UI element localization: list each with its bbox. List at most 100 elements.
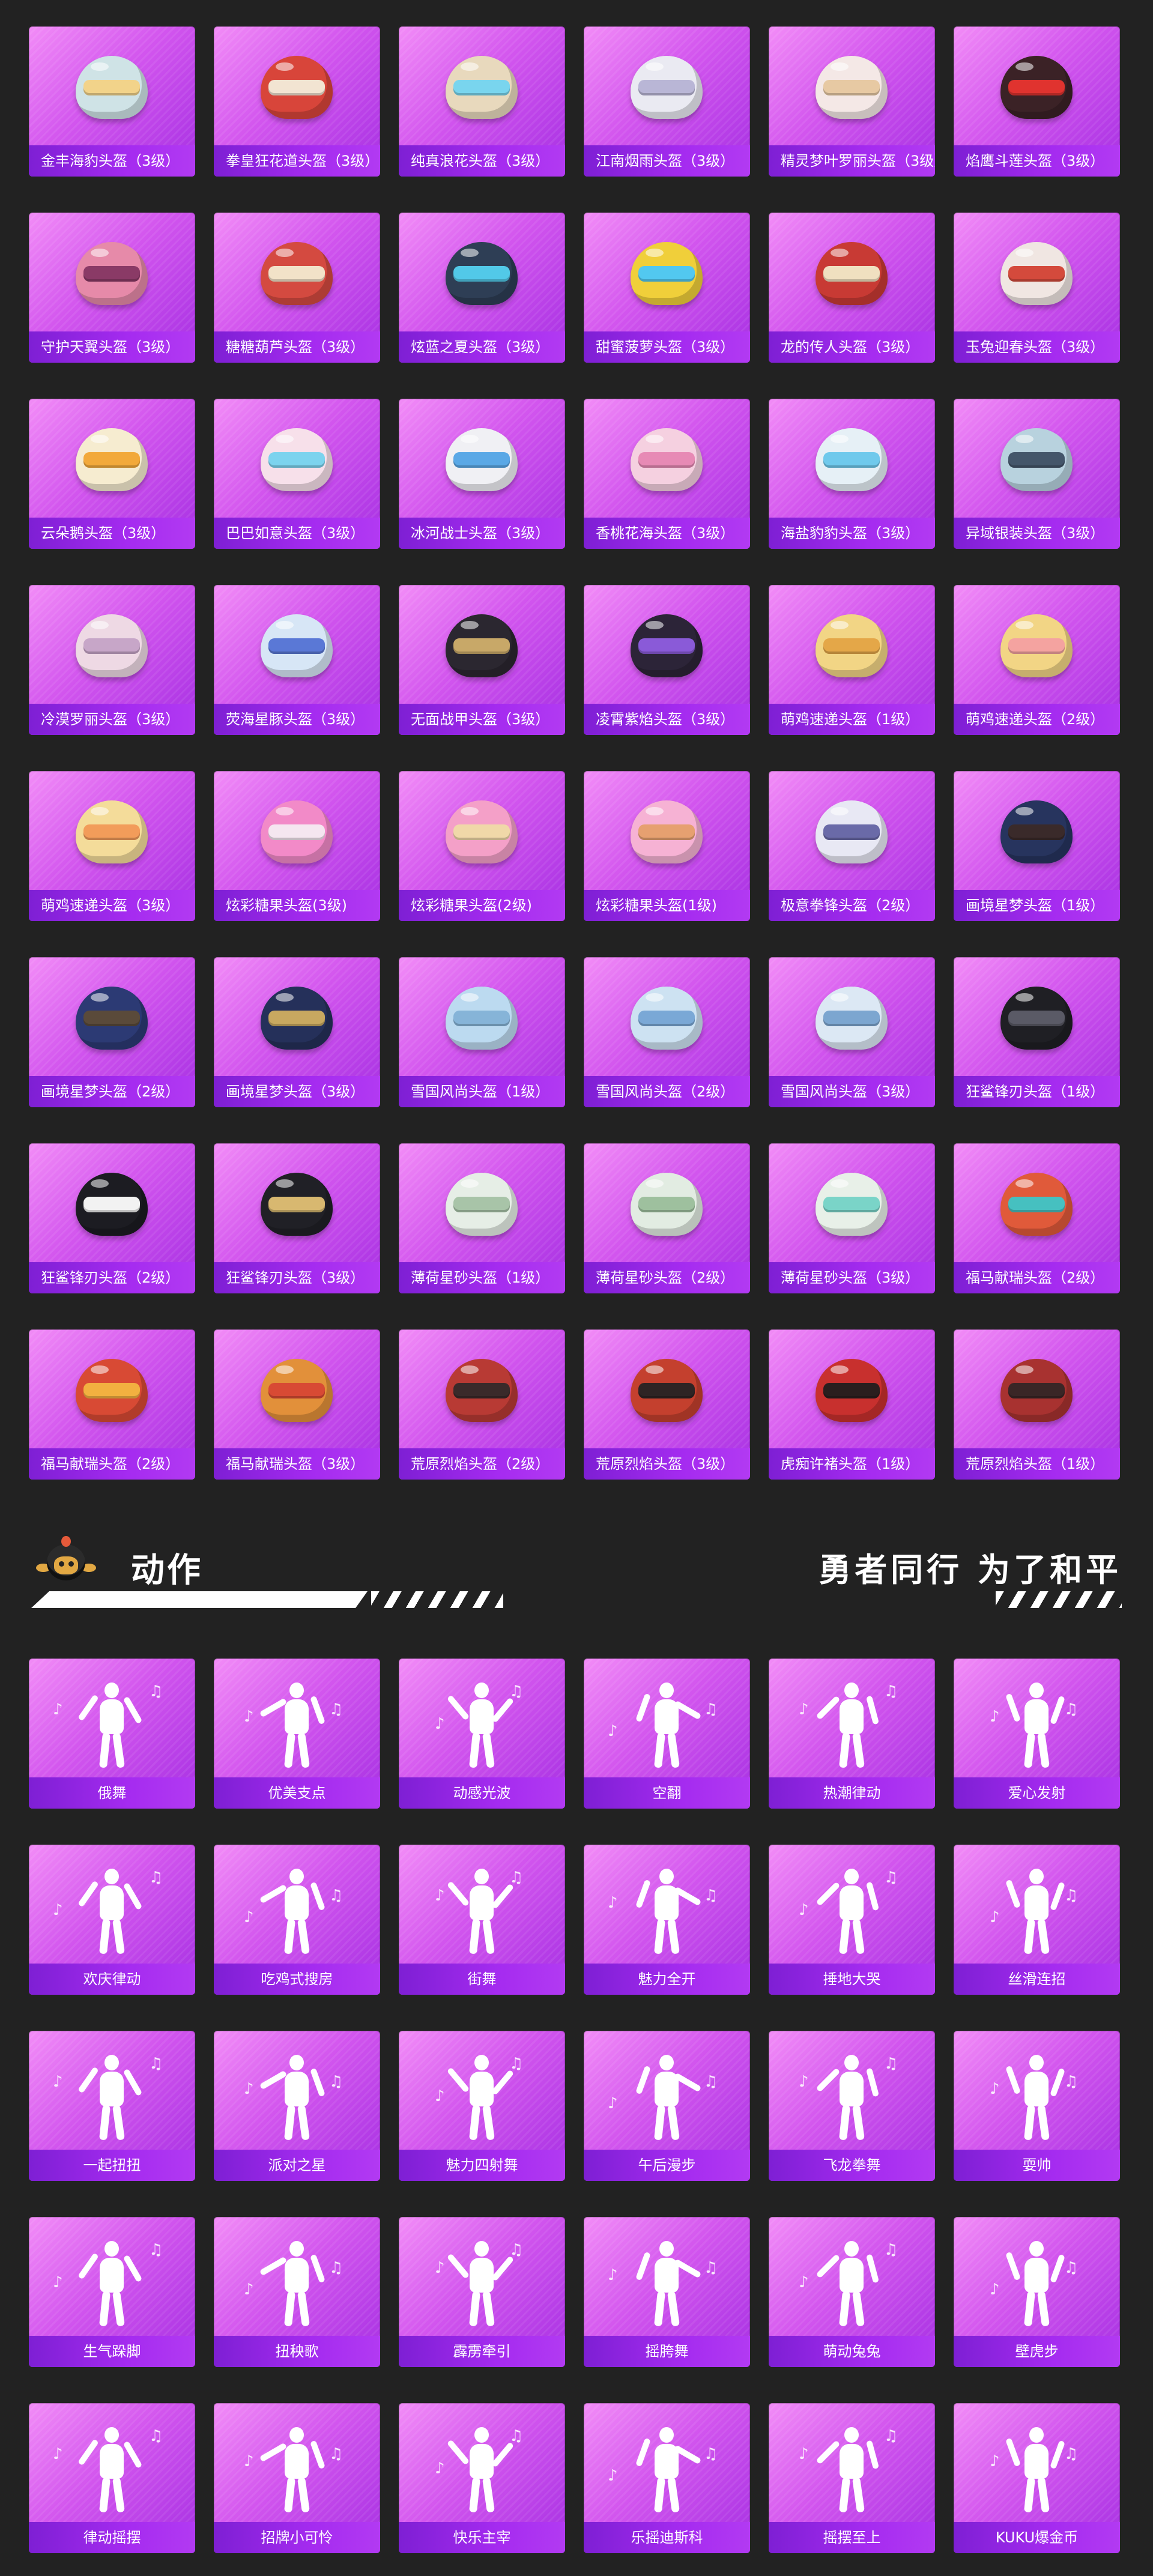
emote-card[interactable]: ♪ ♫ 快乐主宰 xyxy=(399,2403,565,2553)
emote-card[interactable]: ♪ ♫ 霹雳牵引 xyxy=(399,2217,565,2367)
helmet-name: 纯真浪花头盔（3级） xyxy=(399,145,565,177)
music-note-icon: ♫ xyxy=(149,2055,163,2073)
helmet-card[interactable]: 狂鲨锋刃头盔（3级） xyxy=(214,1143,380,1293)
helmet-name: 冷漠罗丽头盔（3级） xyxy=(29,704,195,735)
helmet-card[interactable]: 福马献瑞头盔（2级） xyxy=(29,1329,195,1480)
helmet-icon xyxy=(991,1164,1082,1248)
emote-card[interactable]: ♪ ♫ 午后漫步 xyxy=(584,2031,750,2181)
helmet-card[interactable]: 荧海星豚头盔（3级） xyxy=(214,585,380,735)
helmet-card[interactable]: 福马献瑞头盔（2级） xyxy=(954,1143,1120,1293)
helmet-card[interactable]: 狂鲨锋刃头盔（1级） xyxy=(954,957,1120,1107)
helmet-card[interactable]: 炫彩糖果头盔(2级) xyxy=(399,771,565,921)
emote-card[interactable]: ♪ ♫ 扭秧歌 xyxy=(214,2217,380,2367)
helmet-card[interactable]: 炫蓝之夏头盔（3级） xyxy=(399,213,565,363)
helmet-card[interactable]: 雪国风尚头盔（3级） xyxy=(769,957,935,1107)
section-title: 动作 xyxy=(131,1551,203,1590)
music-note-icon: ♪ xyxy=(799,1701,809,1719)
helmet-card[interactable]: 薄荷星砂头盔（2级） xyxy=(584,1143,750,1293)
helmet-card[interactable]: 福马献瑞头盔（3级） xyxy=(214,1329,380,1480)
helmet-name: 画境星梦头盔（2级） xyxy=(29,1076,195,1107)
helmet-card[interactable]: 极意拳锋头盔（2级） xyxy=(769,771,935,921)
emote-card[interactable]: ♪ ♫ 丝滑连招 xyxy=(954,1845,1120,1995)
emote-card[interactable]: ♪ ♫ 乐摇迪斯科 xyxy=(584,2403,750,2553)
helmet-card[interactable]: 甜蜜菠萝头盔（3级） xyxy=(584,213,750,363)
helmet-card[interactable]: 异域银装头盔（3级） xyxy=(954,399,1120,549)
emote-card[interactable]: ♪ ♫ 街舞 xyxy=(399,1845,565,1995)
helmet-card[interactable]: 炫彩糖果头盔(3级) xyxy=(214,771,380,921)
helmet-card[interactable]: 薄荷星砂头盔（1级） xyxy=(399,1143,565,1293)
helmet-card[interactable]: 江南烟雨头盔（3级） xyxy=(584,26,750,177)
music-note-icon: ♫ xyxy=(1064,2259,1079,2277)
helmet-card[interactable]: 纯真浪花头盔（3级） xyxy=(399,26,565,177)
emote-card[interactable]: ♪ ♫ 捶地大哭 xyxy=(769,1845,935,1995)
helmet-card[interactable]: 冷漠罗丽头盔（3级） xyxy=(29,585,195,735)
title-underline-bar xyxy=(31,1591,368,1608)
emote-card[interactable]: ♪ ♫ 动感光波 xyxy=(399,1658,565,1809)
helmet-card[interactable]: 冰河战士头盔（3级） xyxy=(399,399,565,549)
emote-card[interactable]: ♪ ♫ 律动摇摆 xyxy=(29,2403,195,2553)
emote-card[interactable]: ♪ ♫ 摇摆至上 xyxy=(769,2403,935,2553)
helmet-card[interactable]: 凌霄紫焰头盔（3级） xyxy=(584,585,750,735)
helmet-name: 海盐豹豹头盔（3级） xyxy=(769,518,935,549)
helmet-card[interactable]: 焰鹰斗莲头盔（3级） xyxy=(954,26,1120,177)
helmet-card[interactable]: 萌鸡速递头盔（2级） xyxy=(954,585,1120,735)
helmet-card[interactable]: 玉兔迎春头盔（3级） xyxy=(954,213,1120,363)
helmet-icon xyxy=(991,233,1082,317)
emote-card[interactable]: ♪ ♫ 爱心发射 xyxy=(954,1658,1120,1809)
helmet-icon xyxy=(252,605,342,689)
helmet-card[interactable]: 炫彩糖果头盔(1级) xyxy=(584,771,750,921)
helmet-icon xyxy=(67,1164,157,1248)
emote-card[interactable]: ♪ ♫ 俄舞 xyxy=(29,1658,195,1809)
emote-card[interactable]: ♪ ♫ 吃鸡式搜房 xyxy=(214,1845,380,1995)
helmet-card[interactable]: 云朵鹅头盔（3级） xyxy=(29,399,195,549)
emote-card[interactable]: ♪ ♫ 优美支点 xyxy=(214,1658,380,1809)
helmet-card[interactable]: 巴巴如意头盔（3级） xyxy=(214,399,380,549)
helmet-card[interactable]: 龙的传人头盔（3级） xyxy=(769,213,935,363)
helmet-card[interactable]: 雪国风尚头盔（1级） xyxy=(399,957,565,1107)
helmet-card[interactable]: 守护天翼头盔（3级） xyxy=(29,213,195,363)
helmet-card[interactable]: 金丰海豹头盔（3级） xyxy=(29,26,195,177)
helmet-card[interactable]: 精灵梦叶罗丽头盔（3级） xyxy=(769,26,935,177)
helmet-card[interactable]: 海盐豹豹头盔（3级） xyxy=(769,399,935,549)
helmet-card[interactable]: 画境星梦头盔（3级） xyxy=(214,957,380,1107)
emote-card[interactable]: ♪ ♫ 摇胯舞 xyxy=(584,2217,750,2367)
helmet-icon xyxy=(991,791,1082,875)
helmet-card[interactable]: 荒原烈焰头盔（2级） xyxy=(399,1329,565,1480)
music-note-icon: ♪ xyxy=(799,1901,809,1919)
helmet-card[interactable]: 拳皇狂花道头盔（3级） xyxy=(214,26,380,177)
dancer-icon xyxy=(816,2423,882,2514)
emote-card[interactable]: ♪ ♫ 派对之星 xyxy=(214,2031,380,2181)
helmet-card[interactable]: 画境星梦头盔（2级） xyxy=(29,957,195,1107)
helmet-card[interactable]: 画境星梦头盔（1级） xyxy=(954,771,1120,921)
emote-card[interactable]: ♪ ♫ 魅力全开 xyxy=(584,1845,750,1995)
emote-name: 招牌小可怜 xyxy=(214,2522,380,2553)
helmet-card[interactable]: 无面战甲头盔（3级） xyxy=(399,585,565,735)
emote-card[interactable]: ♪ ♫ 空翻 xyxy=(584,1658,750,1809)
emote-card[interactable]: ♪ ♫ 魅力四射舞 xyxy=(399,2031,565,2181)
helmet-card[interactable]: 薄荷星砂头盔（3级） xyxy=(769,1143,935,1293)
helmet-name: 虎痴许褚头盔（1级） xyxy=(769,1448,935,1480)
emote-card[interactable]: ♪ ♫ 飞龙拳舞 xyxy=(769,2031,935,2181)
music-note-icon: ♫ xyxy=(884,1869,898,1887)
emote-card[interactable]: ♪ ♫ 壁虎步 xyxy=(954,2217,1120,2367)
emote-card[interactable]: ♪ ♫ 萌动兔兔 xyxy=(769,2217,935,2367)
emote-card[interactable]: ♪ ♫ 欢庆律动 xyxy=(29,1845,195,1995)
helmet-card[interactable]: 狂鲨锋刃头盔（2级） xyxy=(29,1143,195,1293)
emote-card[interactable]: ♪ ♫ KUKU爆金币 xyxy=(954,2403,1120,2553)
emote-card[interactable]: ♪ ♫ 一起扭扭 xyxy=(29,2031,195,2181)
helmet-card[interactable]: 雪国风尚头盔（2级） xyxy=(584,957,750,1107)
emote-card[interactable]: ♪ ♫ 耍帅 xyxy=(954,2031,1120,2181)
helmet-card[interactable]: 香桃花海头盔（3级） xyxy=(584,399,750,549)
helmet-icon xyxy=(252,1164,342,1248)
emote-card[interactable]: ♪ ♫ 生气跺脚 xyxy=(29,2217,195,2367)
helmet-card[interactable]: 荒原烈焰头盔（1级） xyxy=(954,1329,1120,1480)
helmet-card[interactable]: 荒原烈焰头盔（3级） xyxy=(584,1329,750,1480)
emote-card[interactable]: ♪ ♫ 招牌小可怜 xyxy=(214,2403,380,2553)
helmet-card[interactable]: 萌鸡速递头盔（1级） xyxy=(769,585,935,735)
helmet-name: 糖糖葫芦头盔（3级） xyxy=(214,331,380,363)
music-note-icon: ♫ xyxy=(329,2073,343,2091)
helmet-card[interactable]: 糖糖葫芦头盔（3级） xyxy=(214,213,380,363)
emote-card[interactable]: ♪ ♫ 热潮律动 xyxy=(769,1658,935,1809)
helmet-card[interactable]: 萌鸡速递头盔（3级） xyxy=(29,771,195,921)
helmet-card[interactable]: 虎痴许褚头盔（1级） xyxy=(769,1329,935,1480)
